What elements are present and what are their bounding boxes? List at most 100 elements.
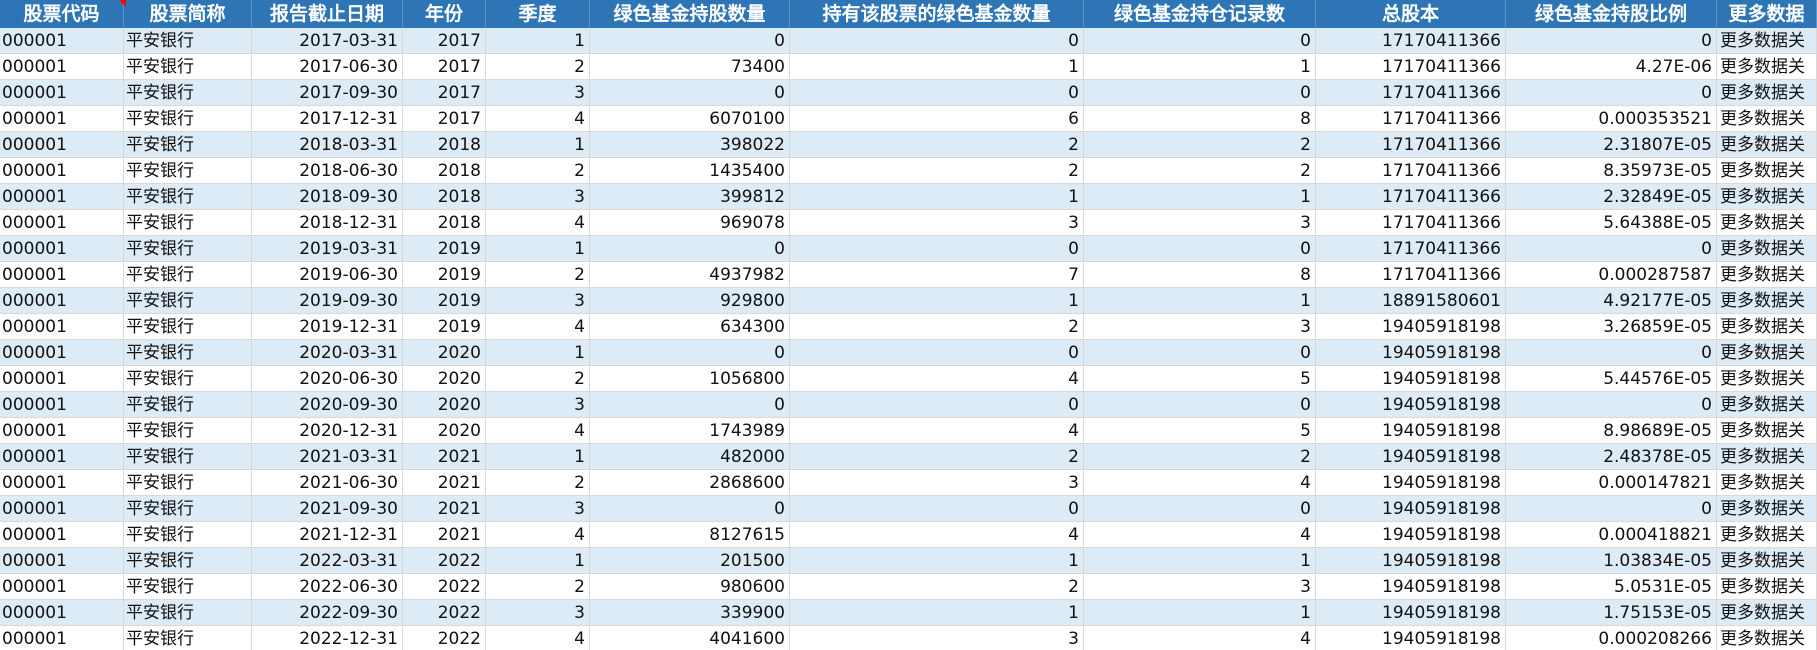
- cell-green-fund-shares[interactable]: 73400: [590, 54, 790, 80]
- cell-total-shares[interactable]: 18891580601: [1316, 288, 1506, 314]
- cell-green-fund-count[interactable]: 0: [790, 236, 1084, 262]
- cell-more-data[interactable]: 更多数据关: [1717, 522, 1817, 548]
- cell-stock-name[interactable]: 平安银行: [124, 80, 252, 106]
- cell-stock-code[interactable]: 000001: [0, 132, 124, 158]
- cell-report-date[interactable]: 2020-09-30: [252, 392, 403, 418]
- cell-green-fund-count[interactable]: 2: [790, 158, 1084, 184]
- cell-stock-code[interactable]: 000001: [0, 392, 124, 418]
- cell-holding-ratio[interactable]: 5.64388E-05: [1506, 210, 1717, 236]
- cell-green-fund-shares[interactable]: 0: [590, 392, 790, 418]
- column-header-year[interactable]: 年份: [403, 0, 486, 28]
- cell-holding-ratio[interactable]: 0.000353521: [1506, 106, 1717, 132]
- cell-year[interactable]: 2017: [403, 28, 486, 54]
- cell-green-fund-count[interactable]: 3: [790, 470, 1084, 496]
- cell-report-date[interactable]: 2018-12-31: [252, 210, 403, 236]
- cell-total-shares[interactable]: 17170411366: [1316, 262, 1506, 288]
- cell-holding-ratio[interactable]: 2.48378E-05: [1506, 444, 1717, 470]
- cell-total-shares[interactable]: 19405918198: [1316, 600, 1506, 626]
- cell-green-fund-count[interactable]: 2: [790, 314, 1084, 340]
- cell-quarter[interactable]: 2: [486, 470, 590, 496]
- cell-report-date[interactable]: 2021-12-31: [252, 522, 403, 548]
- cell-more-data[interactable]: 更多数据关: [1717, 340, 1817, 366]
- cell-year[interactable]: 2021: [403, 522, 486, 548]
- cell-green-fund-shares[interactable]: 0: [590, 80, 790, 106]
- cell-holding-ratio[interactable]: 0.000287587: [1506, 262, 1717, 288]
- cell-holding-ratio[interactable]: 0.000208266: [1506, 626, 1717, 650]
- cell-green-fund-shares[interactable]: 980600: [590, 574, 790, 600]
- cell-total-shares[interactable]: 19405918198: [1316, 340, 1506, 366]
- cell-green-fund-count[interactable]: 2: [790, 444, 1084, 470]
- cell-report-date[interactable]: 2022-12-31: [252, 626, 403, 650]
- cell-holding-records[interactable]: 0: [1084, 392, 1316, 418]
- cell-holding-ratio[interactable]: 3.26859E-05: [1506, 314, 1717, 340]
- cell-year[interactable]: 2019: [403, 262, 486, 288]
- cell-holding-ratio[interactable]: 8.35973E-05: [1506, 158, 1717, 184]
- cell-green-fund-count[interactable]: 2: [790, 132, 1084, 158]
- cell-green-fund-shares[interactable]: 0: [590, 496, 790, 522]
- cell-more-data[interactable]: 更多数据关: [1717, 418, 1817, 444]
- cell-holding-ratio[interactable]: 5.0531E-05: [1506, 574, 1717, 600]
- cell-more-data[interactable]: 更多数据关: [1717, 314, 1817, 340]
- cell-holding-records[interactable]: 4: [1084, 522, 1316, 548]
- cell-year[interactable]: 2019: [403, 314, 486, 340]
- cell-total-shares[interactable]: 17170411366: [1316, 210, 1506, 236]
- cell-year[interactable]: 2017: [403, 106, 486, 132]
- cell-report-date[interactable]: 2019-09-30: [252, 288, 403, 314]
- cell-total-shares[interactable]: 17170411366: [1316, 80, 1506, 106]
- cell-stock-code[interactable]: 000001: [0, 548, 124, 574]
- cell-report-date[interactable]: 2018-03-31: [252, 132, 403, 158]
- cell-total-shares[interactable]: 19405918198: [1316, 574, 1506, 600]
- cell-stock-code[interactable]: 000001: [0, 314, 124, 340]
- cell-more-data[interactable]: 更多数据关: [1717, 28, 1817, 54]
- cell-stock-name[interactable]: 平安银行: [124, 626, 252, 650]
- cell-green-fund-count[interactable]: 1: [790, 184, 1084, 210]
- cell-report-date[interactable]: 2022-03-31: [252, 548, 403, 574]
- cell-report-date[interactable]: 2017-12-31: [252, 106, 403, 132]
- cell-holding-records[interactable]: 2: [1084, 444, 1316, 470]
- cell-stock-code[interactable]: 000001: [0, 444, 124, 470]
- cell-green-fund-count[interactable]: 0: [790, 392, 1084, 418]
- cell-green-fund-shares[interactable]: 0: [590, 340, 790, 366]
- cell-holding-records[interactable]: 1: [1084, 288, 1316, 314]
- cell-more-data[interactable]: 更多数据关: [1717, 210, 1817, 236]
- cell-stock-name[interactable]: 平安银行: [124, 574, 252, 600]
- cell-green-fund-shares[interactable]: 6070100: [590, 106, 790, 132]
- cell-holding-records[interactable]: 8: [1084, 262, 1316, 288]
- cell-more-data[interactable]: 更多数据关: [1717, 132, 1817, 158]
- cell-year[interactable]: 2020: [403, 418, 486, 444]
- cell-report-date[interactable]: 2018-09-30: [252, 184, 403, 210]
- cell-green-fund-count[interactable]: 4: [790, 418, 1084, 444]
- column-header-holding-records[interactable]: 绿色基金持仓记录数: [1084, 0, 1316, 28]
- cell-green-fund-count[interactable]: 4: [790, 522, 1084, 548]
- cell-holding-ratio[interactable]: 4.27E-06: [1506, 54, 1717, 80]
- cell-more-data[interactable]: 更多数据关: [1717, 106, 1817, 132]
- cell-holding-ratio[interactable]: 0.000147821: [1506, 470, 1717, 496]
- cell-year[interactable]: 2018: [403, 132, 486, 158]
- cell-green-fund-count[interactable]: 2: [790, 574, 1084, 600]
- cell-stock-name[interactable]: 平安银行: [124, 392, 252, 418]
- cell-quarter[interactable]: 4: [486, 626, 590, 650]
- cell-more-data[interactable]: 更多数据关: [1717, 600, 1817, 626]
- cell-report-date[interactable]: 2019-06-30: [252, 262, 403, 288]
- cell-year[interactable]: 2017: [403, 80, 486, 106]
- cell-holding-ratio[interactable]: 5.44576E-05: [1506, 366, 1717, 392]
- cell-holding-records[interactable]: 2: [1084, 158, 1316, 184]
- cell-holding-records[interactable]: 0: [1084, 496, 1316, 522]
- cell-holding-records[interactable]: 4: [1084, 626, 1316, 650]
- cell-total-shares[interactable]: 19405918198: [1316, 418, 1506, 444]
- cell-holding-ratio[interactable]: 0: [1506, 340, 1717, 366]
- cell-holding-records[interactable]: 3: [1084, 574, 1316, 600]
- cell-total-shares[interactable]: 19405918198: [1316, 392, 1506, 418]
- cell-quarter[interactable]: 1: [486, 132, 590, 158]
- cell-green-fund-count[interactable]: 0: [790, 28, 1084, 54]
- cell-holding-records[interactable]: 1: [1084, 548, 1316, 574]
- cell-stock-code[interactable]: 000001: [0, 522, 124, 548]
- cell-green-fund-shares[interactable]: 399812: [590, 184, 790, 210]
- cell-green-fund-count[interactable]: 3: [790, 626, 1084, 650]
- cell-stock-name[interactable]: 平安银行: [124, 444, 252, 470]
- cell-stock-name[interactable]: 平安银行: [124, 106, 252, 132]
- cell-quarter[interactable]: 3: [486, 600, 590, 626]
- cell-year[interactable]: 2020: [403, 392, 486, 418]
- cell-year[interactable]: 2018: [403, 184, 486, 210]
- cell-green-fund-count[interactable]: 0: [790, 496, 1084, 522]
